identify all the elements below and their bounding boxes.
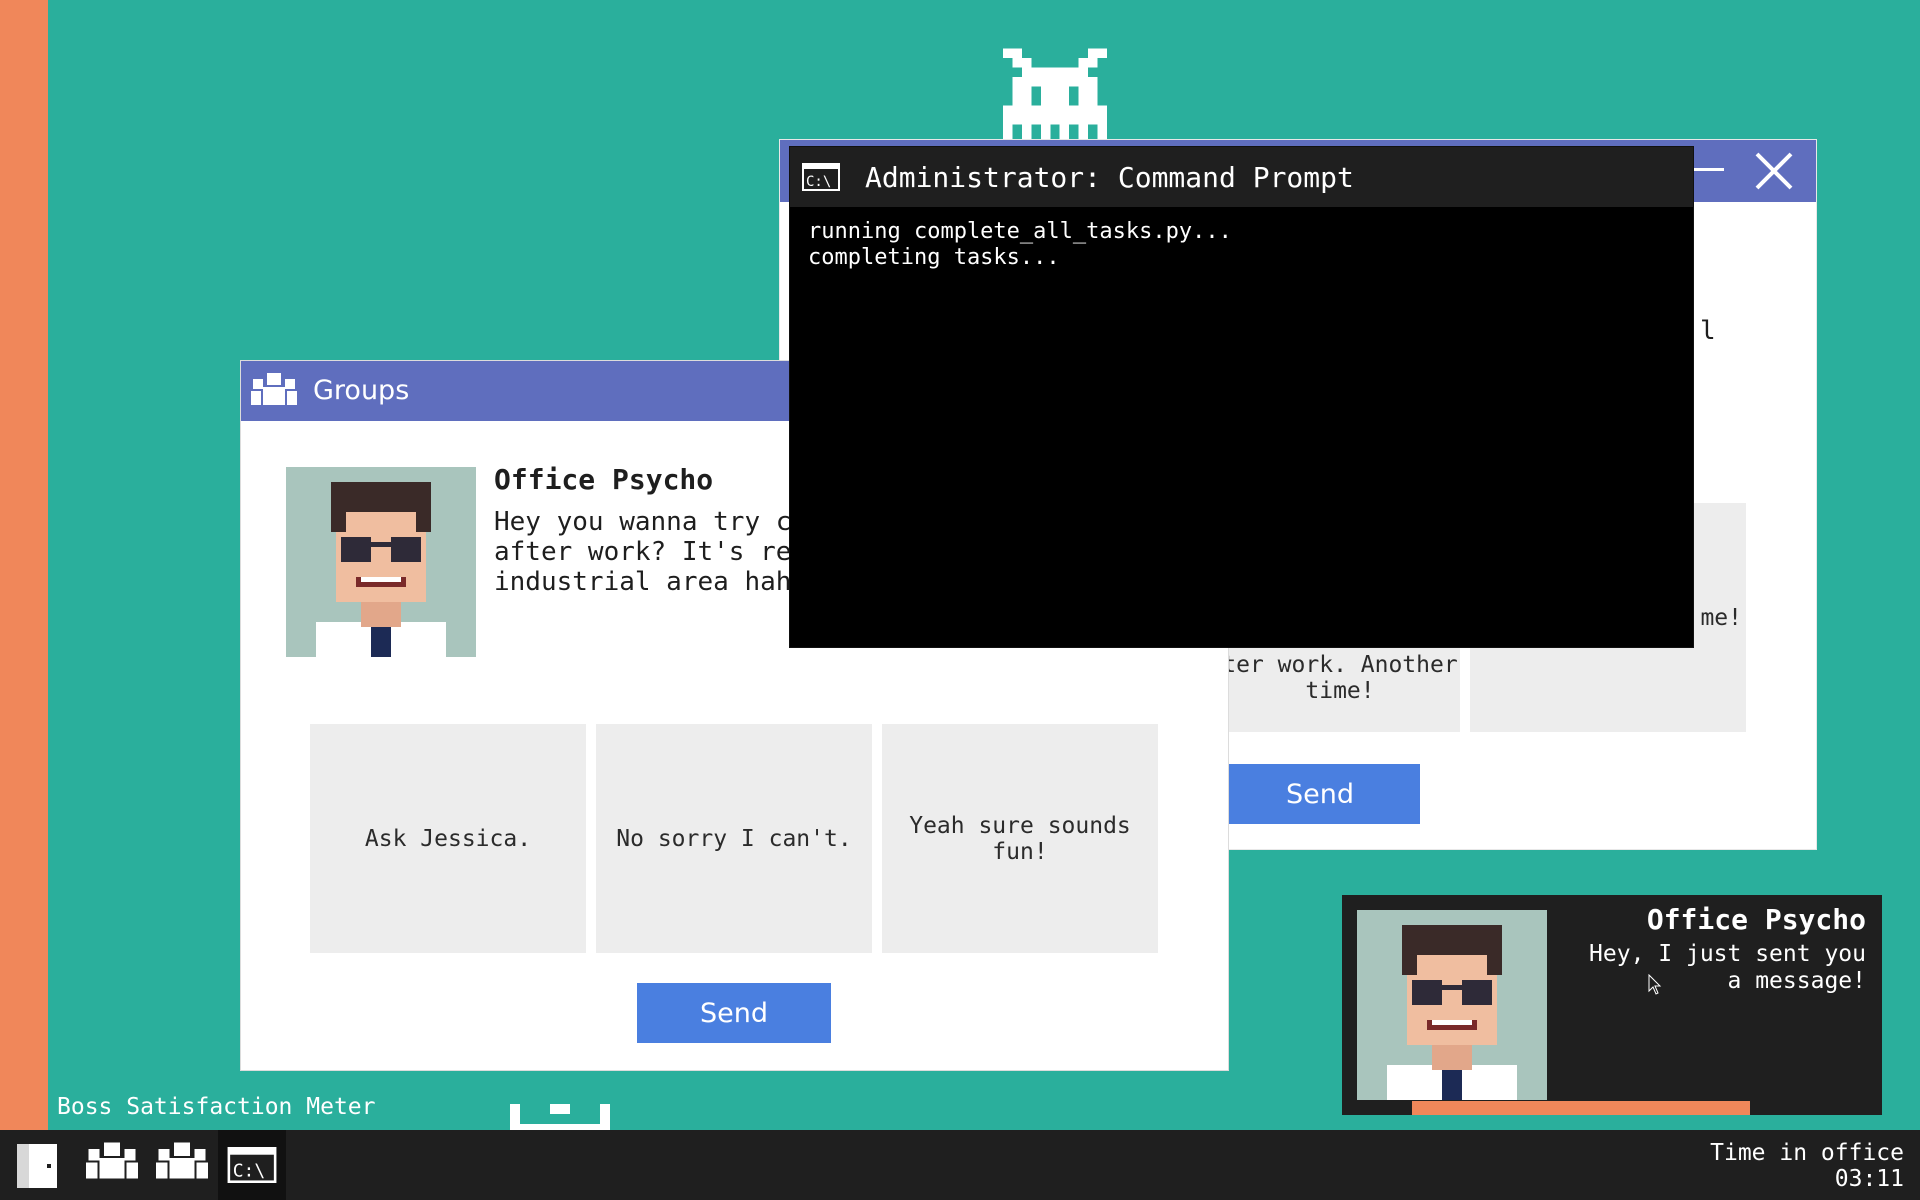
message-sender: Office Psycho — [494, 463, 714, 496]
window-title: Administrator: Command Prompt — [865, 161, 1354, 194]
notification-sender: Office Psycho — [1646, 903, 1866, 936]
person-portrait-icon — [1357, 910, 1547, 1100]
notification-timer-fill — [1412, 1101, 1751, 1115]
partial-message-text: l — [1700, 316, 1716, 346]
start-button[interactable] — [0, 1130, 74, 1200]
taskbar-command-prompt-app[interactable]: C:\ — [218, 1130, 286, 1200]
time-in-office-clock: Time in office 03:11 — [1710, 1140, 1904, 1192]
close-button[interactable] — [1744, 140, 1804, 202]
choice-option[interactable]: No sorry I can't. — [596, 724, 872, 953]
command-prompt-window[interactable]: C:\ Administrator: Command Prompt runnin… — [790, 147, 1693, 647]
clock-label: Time in office — [1710, 1140, 1904, 1166]
close-icon — [1755, 152, 1793, 190]
notification-timer-bar — [1412, 1101, 1882, 1115]
taskbar-groups-app[interactable] — [78, 1130, 146, 1200]
person-portrait-icon — [286, 467, 476, 657]
send-button[interactable]: Send — [1220, 764, 1420, 824]
door-icon — [17, 1144, 57, 1188]
choice-option[interactable]: Ask Jessica. — [310, 724, 586, 953]
mouse-cursor-icon — [1648, 974, 1662, 995]
space-invader-icon — [1003, 48, 1107, 144]
command-prompt-icon: C:\ — [227, 1147, 277, 1183]
boss-satisfaction-meter-label: Boss Satisfaction Meter — [57, 1094, 376, 1120]
taskbar: C:\ Time in office 03:11 — [0, 1130, 1920, 1200]
message-notification[interactable]: Office Psycho Hey, I just sent you a mes… — [1342, 895, 1882, 1115]
notification-text: Hey, I just sent you a message! — [1589, 941, 1866, 994]
avatar — [1357, 910, 1547, 1100]
clock-value: 03:11 — [1834, 1166, 1904, 1192]
avatar — [286, 467, 476, 657]
console-output: running complete_all_tasks.py... complet… — [808, 219, 1232, 271]
taskbar-groups-app[interactable] — [148, 1130, 216, 1200]
console-line: completing tasks... — [808, 245, 1060, 270]
minimize-icon — [1688, 168, 1724, 171]
choice-option[interactable]: Yeah sure sounds fun! — [882, 724, 1158, 953]
command-prompt-icon: C:\ — [802, 163, 840, 191]
window-titlebar[interactable]: C:\ Administrator: Command Prompt — [790, 147, 1693, 207]
window-title: Groups — [313, 375, 410, 406]
boss-satisfaction-meter-bar — [0, 0, 48, 1130]
group-icon — [156, 1142, 208, 1179]
group-icon — [86, 1142, 138, 1179]
group-icon — [251, 373, 297, 405]
send-button[interactable]: Send — [637, 983, 831, 1043]
console-line: running complete_all_tasks.py... — [808, 219, 1232, 244]
svg-text:C:\: C:\ — [233, 1161, 266, 1182]
message-text: Hey you wanna try c after work? It's rea… — [494, 507, 823, 597]
svg-text:C:\: C:\ — [806, 174, 831, 190]
